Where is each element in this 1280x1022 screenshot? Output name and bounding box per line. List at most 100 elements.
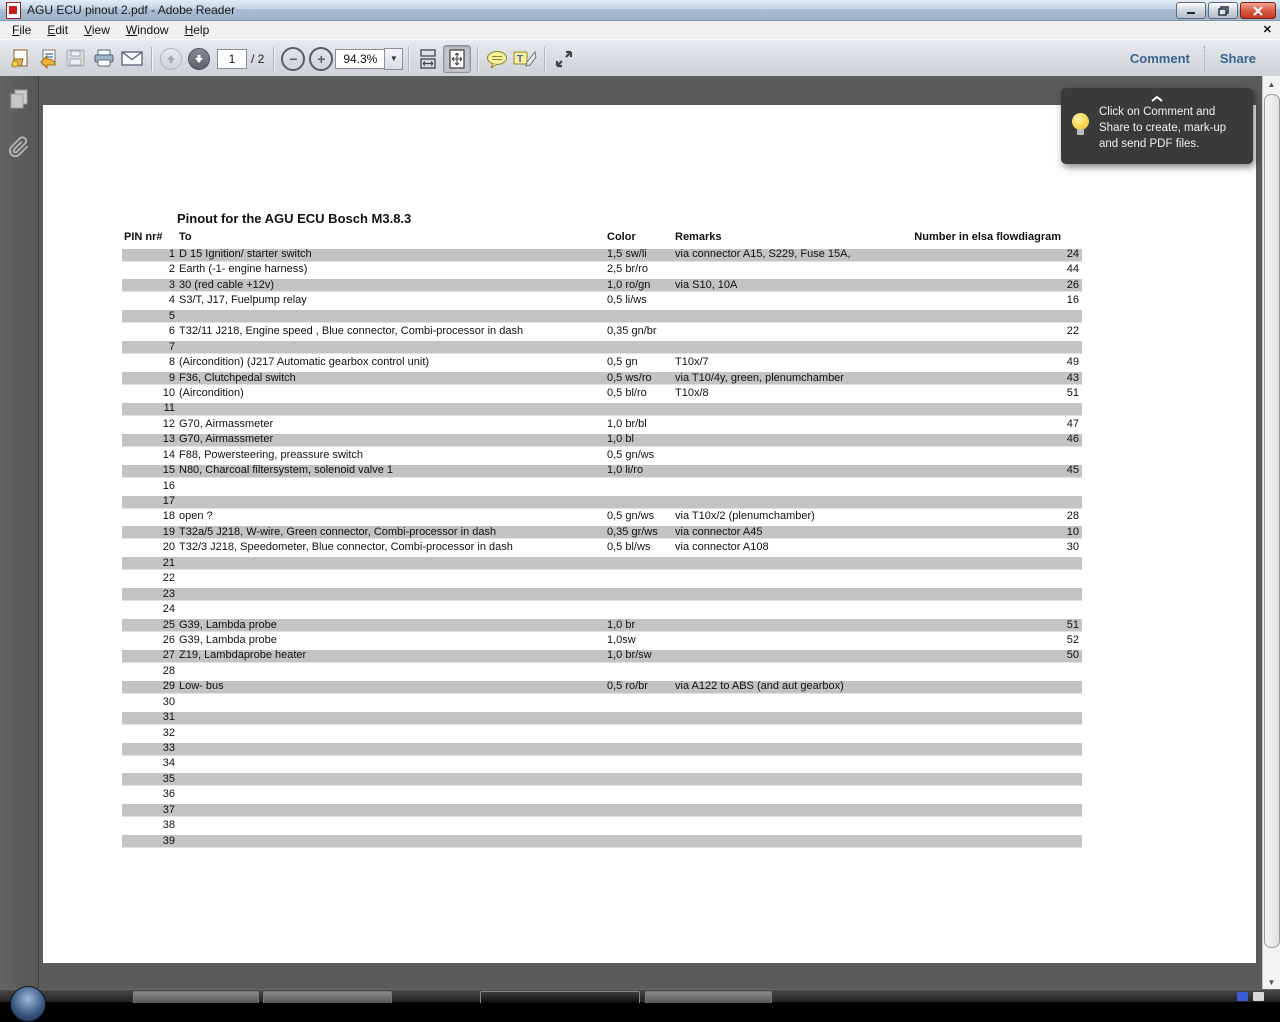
cell-to: G39, Lambda probe xyxy=(179,618,277,631)
cell-to: Earth (-1- engine harness) xyxy=(179,263,308,276)
cell-number: 50 xyxy=(1066,649,1079,662)
table-row: 35 xyxy=(122,771,1082,788)
header-remarks: Remarks xyxy=(675,231,722,243)
taskbar-button[interactable] xyxy=(645,991,772,1003)
cell-color: 1,0 bl xyxy=(607,433,634,446)
page-number-input[interactable]: 1 xyxy=(217,48,247,69)
taskbar-button[interactable] xyxy=(133,991,259,1003)
fit-page-button[interactable] xyxy=(443,44,472,73)
open-button[interactable] xyxy=(7,46,33,72)
comment-pane-button[interactable]: Comment xyxy=(1116,51,1204,66)
pdf-table-title: Pinout for the AGU ECU Bosch M3.8.3 xyxy=(177,211,412,226)
menu-items: File Edit View Window Help xyxy=(4,22,217,38)
zoom-level-input[interactable]: 94.3% xyxy=(335,48,385,69)
menu-item[interactable]: Window xyxy=(118,22,177,38)
cell-pin: 35 xyxy=(162,772,175,785)
minimize-button[interactable] xyxy=(1176,2,1206,19)
close-toolbar-icon[interactable]: ✕ xyxy=(1263,23,1272,36)
save-button[interactable] xyxy=(63,46,89,72)
table-row: 19 T32a/5 J218, W-wire, Green connector,… xyxy=(122,524,1082,541)
menu-item[interactable]: Help xyxy=(177,22,218,38)
cell-color: 1,0 br xyxy=(607,618,636,631)
cell-pin: 2 xyxy=(168,263,175,276)
attachments-paperclip-icon[interactable] xyxy=(6,134,32,160)
cell-pin: 20 xyxy=(162,541,175,554)
taskbar-button-active[interactable] xyxy=(480,991,640,1003)
start-button[interactable] xyxy=(10,986,46,1022)
cell-color: 0,35 gr/ws xyxy=(607,525,658,538)
cell-number: 26 xyxy=(1066,278,1079,291)
tray-icon[interactable] xyxy=(1253,992,1264,1001)
table-row: 38 xyxy=(122,818,1082,833)
cell-number: 45 xyxy=(1066,464,1079,477)
menu-item[interactable]: Edit xyxy=(39,22,76,38)
vertical-scrollbar[interactable]: ▲ ▼ xyxy=(1262,76,1280,990)
cell-pin: 28 xyxy=(162,664,175,677)
table-row: 18 open ? 0,5 gn/ws via T10x/2 (plenumch… xyxy=(122,509,1082,524)
previous-page-button[interactable] xyxy=(158,46,184,72)
cell-pin: 13 xyxy=(162,433,175,446)
create-pdf-button[interactable] xyxy=(35,46,61,72)
fullscreen-button[interactable] xyxy=(551,46,577,72)
cell-to: D 15 Ignition/ starter switch xyxy=(179,248,312,260)
email-button[interactable] xyxy=(119,46,145,72)
fit-width-button[interactable] xyxy=(415,46,441,72)
cell-color: 0,5 bl/ro xyxy=(607,386,647,399)
cell-remarks: via T10x/2 (plenumchamber) xyxy=(675,510,815,523)
table-row: 12 G70, Airmassmeter 1,0 br/bl 47 xyxy=(122,417,1082,432)
tray-icon[interactable] xyxy=(1237,992,1248,1001)
sticky-note-button[interactable] xyxy=(484,46,510,72)
pdf-page: Pinout for the AGU ECU Bosch M3.8.3 PIN … xyxy=(43,105,1256,963)
cell-pin: 7 xyxy=(168,340,175,353)
cell-pin: 34 xyxy=(162,757,175,770)
table-row: 21 xyxy=(122,555,1082,572)
scroll-up-arrow[interactable]: ▲ xyxy=(1263,76,1280,92)
share-pane-button[interactable]: Share xyxy=(1206,51,1270,66)
scroll-down-arrow[interactable]: ▼ xyxy=(1263,974,1280,990)
cell-pin: 21 xyxy=(162,556,175,569)
table-row: 8 (Aircondition) (J217 Automatic gearbox… xyxy=(122,355,1082,370)
cell-color: 1,0 br/sw xyxy=(607,649,652,662)
cell-pin: 19 xyxy=(162,525,175,538)
svg-text:T: T xyxy=(517,54,523,65)
cell-number: 52 xyxy=(1066,633,1079,646)
pdf-app-icon xyxy=(6,1,21,19)
cell-to: (Aircondition) xyxy=(179,386,244,399)
close-button[interactable] xyxy=(1240,2,1276,19)
sign-button[interactable]: T xyxy=(512,46,538,72)
cell-pin: 37 xyxy=(162,803,175,816)
zoom-in-button[interactable]: + xyxy=(308,46,334,72)
cell-pin: 25 xyxy=(162,618,175,631)
scrollbar-thumb[interactable] xyxy=(1264,94,1280,948)
next-page-button[interactable] xyxy=(186,46,212,72)
cell-to: F36, Clutchpedal switch xyxy=(179,371,296,384)
table-row: 17 xyxy=(122,494,1082,510)
page-thumbnails-icon[interactable] xyxy=(6,86,32,112)
zoom-dropdown-arrow[interactable]: ▼ xyxy=(384,47,404,70)
cell-number: 24 xyxy=(1066,248,1079,260)
cell-remarks: T10x/7 xyxy=(675,356,709,369)
table-row: 7 xyxy=(122,339,1082,356)
cell-to: T32/3 J218, Speedometer, Blue connector,… xyxy=(179,541,513,554)
menu-item[interactable]: View xyxy=(76,22,118,38)
table-row: 31 xyxy=(122,710,1082,726)
cell-to: T32a/5 J218, W-wire, Green connector, Co… xyxy=(179,525,497,538)
cell-pin: 36 xyxy=(162,788,175,801)
cell-pin: 39 xyxy=(162,834,175,847)
document-canvas[interactable]: Pinout for the AGU ECU Bosch M3.8.3 PIN … xyxy=(39,76,1262,990)
zoom-out-button[interactable]: − xyxy=(280,46,306,72)
cell-pin: 3 xyxy=(168,278,175,291)
cell-to: (Aircondition) (J217 Automatic gearbox c… xyxy=(179,356,430,369)
cell-color: 0,5 gn xyxy=(607,356,638,369)
taskbar-button[interactable] xyxy=(263,991,392,1003)
print-button[interactable] xyxy=(91,46,117,72)
cell-color: 0,5 gn/ws xyxy=(607,448,655,461)
table-row: 9 F36, Clutchpedal switch 0,5 ws/ro via … xyxy=(122,370,1082,386)
adobe-reader-window: AGU ECU pinout 2.pdf - Adobe Reader File… xyxy=(0,0,1280,1022)
cell-number: 51 xyxy=(1066,618,1079,631)
restore-button[interactable] xyxy=(1208,2,1238,19)
menu-item[interactable]: File xyxy=(4,22,39,38)
cell-pin: 10 xyxy=(162,386,175,399)
toolbar: 1 / 2 − + 94.3% ▼ T Comment Share xyxy=(0,39,1280,78)
cell-pin: 26 xyxy=(162,633,175,646)
